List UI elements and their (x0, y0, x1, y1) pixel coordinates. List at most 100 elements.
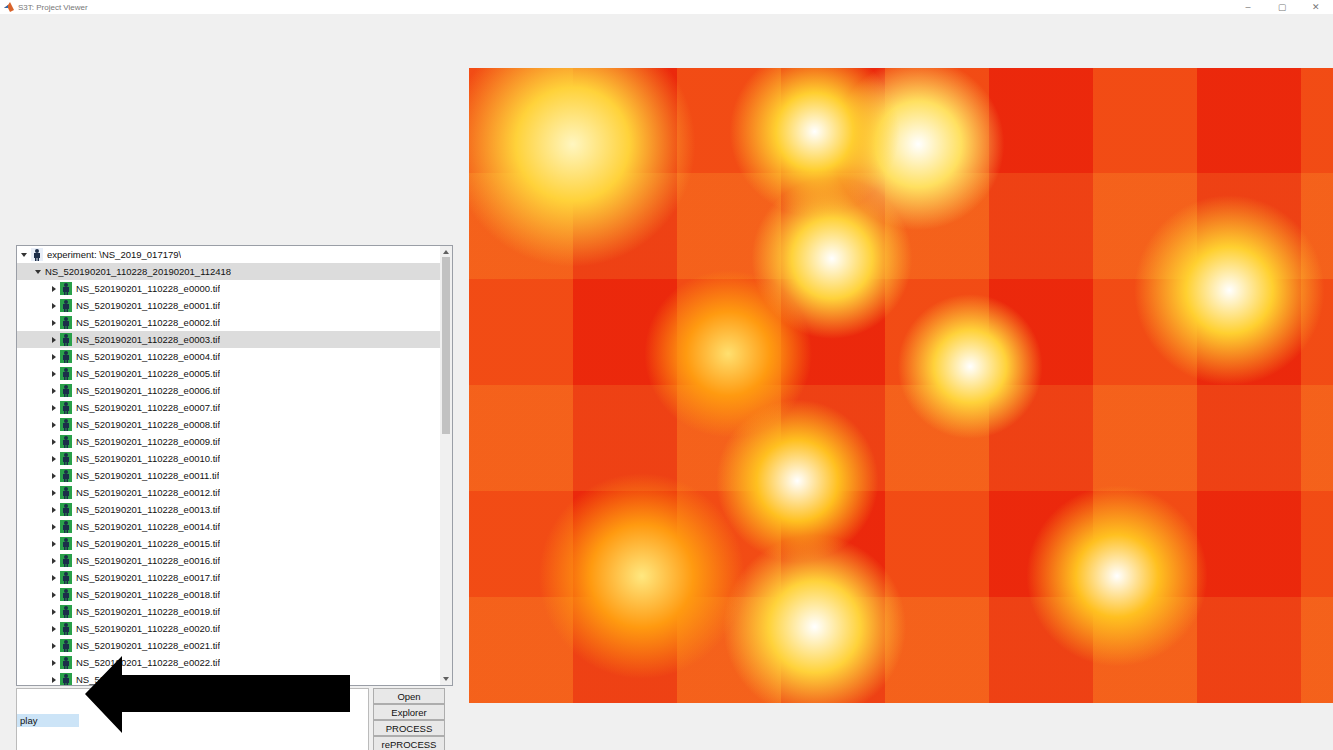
annotation-arrow-icon (85, 656, 351, 734)
title-bar: S3T: Project Viewer–▢✕ (0, 0, 1333, 14)
tree-item[interactable]: NS_520190201_110228_e0001.tif (17, 297, 440, 314)
tree-item[interactable]: NS_520190201_110228_e0019.tif (17, 603, 440, 620)
tree-item[interactable]: NS_520190201_110228_e0022.tif (17, 654, 440, 671)
tree-item[interactable]: NS_520190201_110228_e0004.tif (17, 348, 440, 365)
action-button[interactable]: PROCESS (373, 720, 445, 736)
expand-toggle-icon[interactable] (52, 592, 56, 598)
expand-toggle-icon[interactable] (52, 558, 56, 564)
tree-item[interactable]: NS_520190201_110228_e0021.tif (17, 637, 440, 654)
tree-item-label: NS_520190201_110228_e0019.tif (76, 606, 220, 617)
action-button[interactable]: Open (373, 688, 445, 704)
expand-toggle-icon[interactable] (52, 609, 56, 615)
tif-file-icon (60, 401, 72, 414)
tree-item[interactable]: NS_520190201_110228_e0000.tif (17, 280, 440, 297)
tree-item[interactable]: NS_520190201_110228_e0009.tif (17, 433, 440, 450)
tree-item[interactable]: NS_520190201_110228_e0008.tif (17, 416, 440, 433)
expand-toggle-icon[interactable] (52, 303, 56, 309)
expand-toggle-icon[interactable] (52, 507, 56, 513)
expand-toggle-icon[interactable] (52, 626, 56, 632)
tree-item[interactable]: NS_520190201_110228_e0006.tif (17, 382, 440, 399)
tif-file-icon (60, 588, 72, 601)
tif-file-icon (60, 384, 72, 397)
tree-item-label: experiment: \NS_2019_017179\ (47, 249, 181, 260)
tree-item-label: NS_520190201_110228_e0006.tif (76, 385, 220, 396)
tree-item[interactable]: NS_520190201_110228_e0005.tif (17, 365, 440, 382)
expand-toggle-icon[interactable] (52, 320, 56, 326)
scrollbar[interactable] (440, 246, 452, 685)
tree-item[interactable]: NS_520190201_110228_e0003.tif (17, 331, 440, 348)
matlab-icon (4, 2, 14, 12)
tif-file-icon (60, 520, 72, 533)
scroll-thumb[interactable] (442, 257, 450, 434)
tree-item-label: NS_520190201_110228_e0021.tif (76, 640, 220, 651)
expand-toggle-icon[interactable] (52, 490, 56, 496)
action-button[interactable]: rePROCESS (373, 736, 445, 750)
tif-file-icon (60, 452, 72, 465)
tif-file-icon (60, 299, 72, 312)
tree-item[interactable]: NS_520190201_110228_e0017.tif (17, 569, 440, 586)
tif-file-icon (60, 418, 72, 431)
tree-item-label: NS_520190201_110228_e0005.tif (76, 368, 220, 379)
window-control[interactable]: – (1241, 2, 1255, 12)
expand-toggle-icon[interactable] (52, 456, 56, 462)
experiment-icon (31, 248, 43, 261)
tree-item[interactable]: NS_520190201_110228_20190201_112418 (17, 263, 440, 280)
action-button[interactable]: Explorer (373, 704, 445, 720)
expand-toggle-icon[interactable] (21, 253, 27, 257)
tif-file-icon (60, 571, 72, 584)
tif-file-icon (60, 350, 72, 363)
window-control[interactable]: ✕ (1309, 2, 1323, 12)
scroll-up-icon[interactable] (443, 250, 449, 254)
expand-toggle-icon[interactable] (52, 422, 56, 428)
expand-toggle-icon[interactable] (52, 575, 56, 581)
tif-file-icon (60, 554, 72, 567)
tif-file-icon (60, 333, 72, 346)
tree-item[interactable]: NS_520190201_110228_e0018.tif (17, 586, 440, 603)
tree-item[interactable]: NS_520190201_110228_e0015.tif (17, 535, 440, 552)
window-control[interactable]: ▢ (1275, 2, 1289, 12)
scroll-down-icon[interactable] (443, 677, 449, 681)
tree-item[interactable]: NS_520190201_110228_e0011.tif (17, 467, 440, 484)
expand-toggle-icon[interactable] (52, 354, 56, 360)
expand-toggle-icon[interactable] (52, 473, 56, 479)
tree-item[interactable]: NS_520190201_110228_e0002.tif (17, 314, 440, 331)
expand-toggle-icon[interactable] (52, 677, 56, 683)
tree-item-label: NS_520190201_110228_e0016.tif (76, 555, 220, 566)
expand-toggle-icon[interactable] (52, 541, 56, 547)
expand-toggle-icon[interactable] (52, 660, 56, 666)
tree-item[interactable]: NS_520190201_110228_e0012.tif (17, 484, 440, 501)
tree-item[interactable]: NS_520190201_110228_e0020.tif (17, 620, 440, 637)
tif-file-icon (60, 639, 72, 652)
expand-toggle-icon[interactable] (35, 270, 41, 274)
tif-file-icon (60, 537, 72, 550)
tree-item-label: NS_520190201_110228_e0012.tif (76, 487, 220, 498)
tree-item-label: NS_520190201_110228_e0000.tif (76, 283, 220, 294)
tree-item[interactable]: NS_520190201_110228_e0016.tif (17, 552, 440, 569)
tif-file-icon (60, 469, 72, 482)
tree-item-label: NS_520190201_110228_e0003.tif (76, 334, 220, 345)
tree-item-label: NS_520190201_110228_e0004.tif (76, 351, 220, 362)
tree-item[interactable]: experiment: \NS_2019_017179\ (17, 246, 440, 263)
expand-toggle-icon[interactable] (52, 524, 56, 530)
tree-item-label: NS_520190201_110228_e0015.tif (76, 538, 220, 549)
tif-file-icon (60, 673, 72, 685)
expand-toggle-icon[interactable] (52, 337, 56, 343)
tree-item-label: NS_520190201_110228_e0007.tif (76, 402, 220, 413)
tree-item[interactable]: NS_520190201_110228_e0010.tif (17, 450, 440, 467)
tree-item-label: NS_520190201_110228_e0002.tif (76, 317, 220, 328)
tree-item-label: NS_520190201_110228_e0011.tif (76, 470, 219, 481)
tif-file-icon (60, 282, 72, 295)
expand-toggle-icon[interactable] (52, 439, 56, 445)
expand-toggle-icon[interactable] (52, 371, 56, 377)
tree-item-label: NS_520190201_110228_e0009.tif (76, 436, 220, 447)
expand-toggle-icon[interactable] (52, 405, 56, 411)
tif-file-icon (60, 503, 72, 516)
tree-item[interactable]: NS_520190201_110228_e0013.tif (17, 501, 440, 518)
expand-toggle-icon[interactable] (52, 643, 56, 649)
tree-item[interactable]: NS_520190201_110228_e0014.tif (17, 518, 440, 535)
project-viewer-window: S3T: Project Viewer–▢✕experiment: \NS_20… (0, 0, 1333, 750)
expand-toggle-icon[interactable] (52, 388, 56, 394)
tree-item[interactable]: NS_520190201_110228_e0007.tif (17, 399, 440, 416)
tif-file-icon (60, 486, 72, 499)
expand-toggle-icon[interactable] (52, 286, 56, 292)
